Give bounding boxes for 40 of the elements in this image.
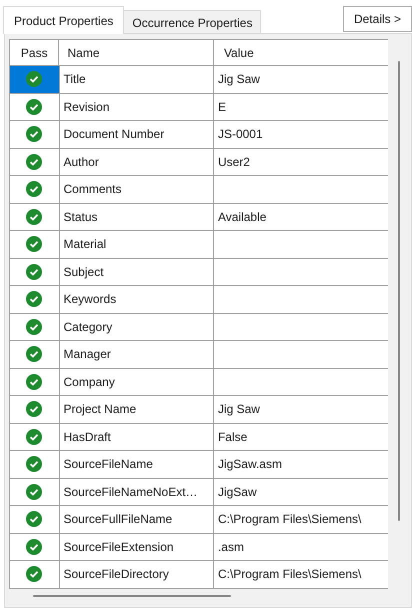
property-name: SourceFileExtension (64, 540, 174, 554)
property-name: SourceFileNameNoExt… (64, 484, 198, 499)
property-value: JigSaw (218, 484, 257, 499)
property-value: User2 (218, 154, 250, 169)
property-name: Material (64, 237, 106, 252)
property-name: Title (64, 72, 86, 86)
property-value: C:\Program Files\Siemens\ (218, 512, 362, 526)
property-value: C:\Program Files\Siemens\ (218, 567, 362, 582)
property-name: Keywords (64, 292, 116, 306)
property-name: Subject (64, 264, 104, 279)
property-value: Available (218, 210, 266, 224)
tab[interactable]: Product Properties (3, 6, 124, 34)
tab[interactable]: Occurrence Properties (123, 10, 262, 34)
pass-cell[interactable] (10, 66, 60, 92)
property-value: E (218, 100, 226, 114)
property-name: Company (64, 374, 115, 389)
column-header[interactable]: Name (59, 40, 214, 65)
property-name: Manager (64, 347, 111, 362)
property-value: Jig Saw (218, 402, 260, 416)
property-name: Project Name (64, 402, 136, 416)
property-name: Author (64, 154, 99, 169)
scrollbar-thumb[interactable] (398, 61, 400, 521)
column-header[interactable]: Pass (10, 40, 60, 65)
property-name: Category (64, 320, 112, 334)
property-name: SourceFileName (64, 457, 153, 472)
property-name: Status (64, 210, 98, 224)
property-name: Comments (64, 182, 122, 196)
property-name: SourceFullFileName (64, 512, 172, 526)
property-value: JigSaw.asm (218, 457, 282, 472)
property-value: Jig Saw (218, 72, 260, 86)
property-name: SourceFileDirectory (64, 567, 169, 582)
property-value: .asm (218, 540, 244, 554)
property-value: False (218, 430, 248, 444)
details-button[interactable]: Details > (342, 6, 412, 32)
property-name: HasDraft (64, 430, 111, 444)
scrollbar-thumb[interactable] (33, 594, 231, 596)
property-name: Revision (64, 100, 110, 114)
column-header[interactable]: Value (214, 40, 388, 65)
property-value: JS-0001 (218, 127, 263, 142)
property-name: Document Number (64, 127, 164, 142)
